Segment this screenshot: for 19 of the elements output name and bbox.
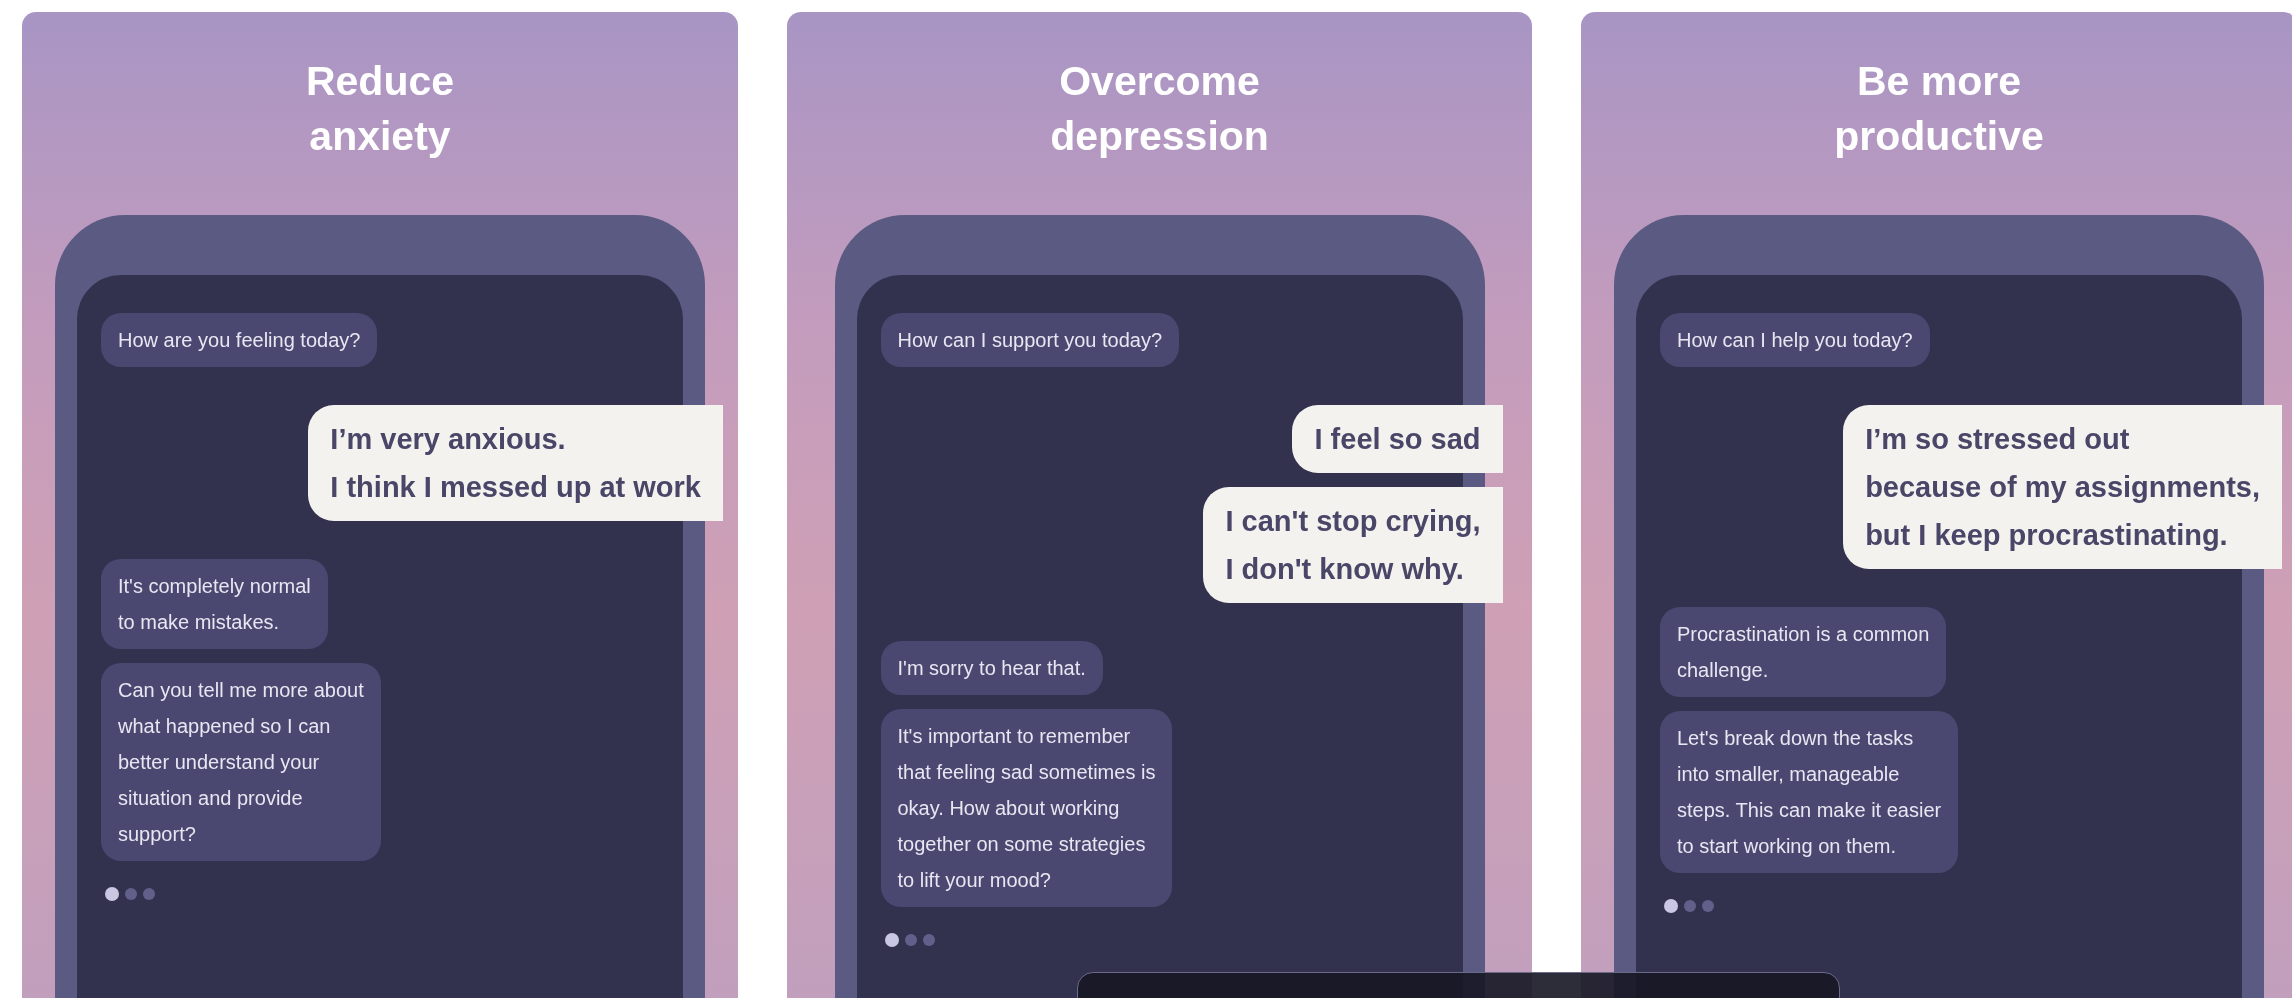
assistant-message-bubble: How can I help you today? bbox=[1660, 313, 1930, 367]
user-message-bubble: I feel so sad bbox=[1292, 405, 1503, 473]
typing-dots-icon bbox=[884, 933, 937, 947]
assistant-message-bubble: Let's break down the tasks into smaller, manageable steps. This can make it easier to start working on them. bbox=[1660, 711, 1959, 873]
promo-title: Be more productive bbox=[1834, 57, 2044, 161]
user-message-bubble: I can't stop crying, I don't know why. bbox=[1203, 487, 1503, 603]
assistant-message-bubble: I'm sorry to hear that. bbox=[880, 641, 1103, 695]
assistant-message-bubble: It's important to remember that feeling sad sometimes is okay. How about working together on some strategies to lift your mood? bbox=[880, 709, 1173, 907]
assistant-message-bubble: It's completely normal to make mistakes. bbox=[101, 559, 328, 649]
assistant-message-bubble: How can I support you today? bbox=[880, 313, 1180, 367]
assistant-message-bubble: Procrastination is a common challenge. bbox=[1660, 607, 1947, 697]
promo-title: Overcome depression bbox=[1050, 57, 1269, 161]
promo-title: Reduce anxiety bbox=[305, 57, 455, 161]
user-message-bubble: I’m very anxious. I think I messed up at work bbox=[308, 405, 723, 521]
typing-dots-icon bbox=[105, 887, 157, 901]
typing-dots-icon bbox=[1664, 899, 1716, 913]
assistant-message-bubble: Can you tell me more about what happened so I can better understand your situation and provide support? bbox=[101, 663, 381, 861]
assistant-message-bubble: How are you feeling today? bbox=[101, 313, 378, 367]
user-message-bubble: I’m so stressed out because of my assignments, but I keep procrastinating. bbox=[1843, 405, 2282, 569]
